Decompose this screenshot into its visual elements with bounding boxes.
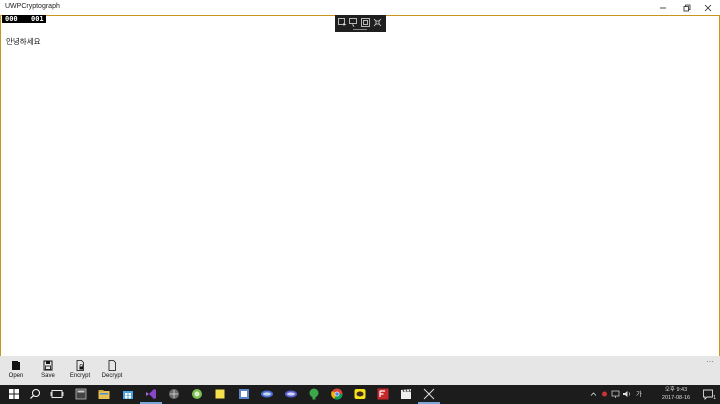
open-icon	[12, 361, 20, 370]
start-icon[interactable]	[7, 387, 21, 401]
network-icon[interactable]	[611, 387, 620, 401]
save-icon	[43, 360, 53, 371]
calculator-icon[interactable]	[74, 387, 88, 401]
app-icon-oval-2[interactable]	[284, 387, 298, 401]
notification-badge: 1	[713, 395, 716, 401]
app-x-icon	[423, 388, 435, 400]
encrypt-label: Encrypt	[69, 373, 91, 379]
chrome-icon[interactable]	[330, 387, 344, 401]
clock-time: 오후 9:43	[664, 387, 688, 393]
ime-indicator[interactable]: 가	[634, 391, 644, 398]
window-title: UWPCryptograph	[5, 3, 60, 10]
display-layout-icon[interactable]	[349, 18, 358, 27]
minimize-icon	[660, 7, 666, 8]
app-content-frame	[0, 15, 720, 356]
app-window: UWPCryptograph 000 001 안녕하세요 Open Save E…	[0, 0, 720, 404]
accessibility-icon[interactable]	[373, 18, 382, 27]
kakaotalk-icon[interactable]	[353, 387, 367, 401]
action-center-button[interactable]: 1	[701, 387, 716, 401]
taskbar-uwp-app[interactable]	[418, 387, 440, 404]
volume-icon[interactable]	[622, 387, 632, 401]
more-options-button[interactable]: ...	[707, 357, 714, 364]
save-label: Save	[41, 373, 55, 379]
sticky-notes-icon[interactable]	[213, 387, 227, 401]
decrypt-label: Decrypt	[101, 373, 123, 379]
debug-toolbar-handle[interactable]	[353, 29, 367, 30]
taskbar-visual-studio[interactable]	[140, 387, 162, 404]
visual-studio-icon	[146, 389, 156, 399]
select-element-icon[interactable]	[338, 18, 347, 27]
close-icon	[704, 4, 712, 11]
task-view-icon[interactable]	[50, 387, 64, 401]
network-app-icon[interactable]	[167, 387, 181, 401]
decrypt-icon	[108, 360, 116, 371]
editor-text[interactable]: 안녕하세요	[6, 36, 41, 47]
clapper-icon[interactable]	[399, 387, 413, 401]
frame-counter-2: 001	[28, 15, 46, 23]
command-bar: Open Save Encrypt Decrypt ...	[0, 356, 720, 385]
filezilla-icon[interactable]	[376, 387, 390, 401]
minimize-button[interactable]	[651, 0, 675, 15]
clock[interactable]: 오후 9:43 2017-08-16	[654, 386, 698, 403]
open-button[interactable]: Open	[1, 360, 31, 384]
taskbar: 가 오후 9:43 2017-08-16 1	[0, 385, 720, 404]
decrypt-button[interactable]: Decrypt	[97, 360, 127, 384]
tray-app-icon[interactable]	[600, 387, 609, 401]
store-icon[interactable]	[121, 387, 135, 401]
close-button[interactable]	[696, 0, 720, 15]
debug-toolbar	[335, 15, 386, 32]
app-icon-oval-1[interactable]	[260, 387, 274, 401]
search-icon[interactable]	[28, 387, 42, 401]
encrypt-icon	[76, 360, 84, 371]
restore-icon	[683, 4, 691, 11]
file-explorer-icon[interactable]	[97, 387, 111, 401]
app-icon-globe[interactable]	[190, 387, 204, 401]
open-label: Open	[8, 373, 24, 379]
encrypt-button[interactable]: Encrypt	[65, 360, 95, 384]
chevron-up-icon[interactable]	[589, 387, 598, 401]
frame-counter-1: 000	[2, 15, 28, 23]
title-bar: UWPCryptograph	[0, 0, 720, 15]
save-button[interactable]: Save	[33, 360, 63, 384]
app-icon-green[interactable]	[307, 387, 321, 401]
track-focus-icon[interactable]	[361, 18, 370, 27]
clock-date: 2017-08-16	[661, 395, 691, 401]
word-processor-icon[interactable]	[237, 387, 251, 401]
